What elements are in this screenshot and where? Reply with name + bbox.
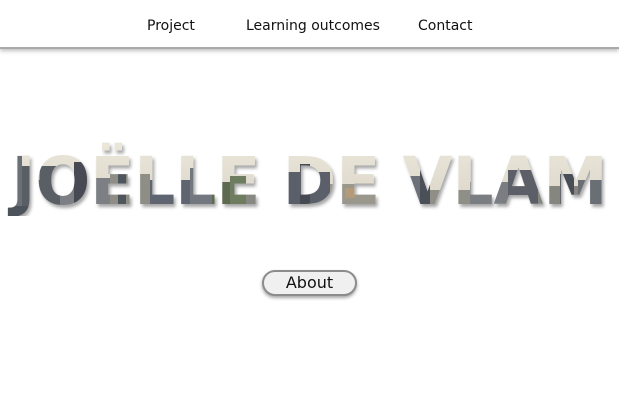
hero-title-graphic: JOËLLE DE VLAM	[8, 143, 608, 216]
top-navigation-bar: Project Learning outcomes Contact	[0, 0, 619, 49]
nav-link-project[interactable]: Project	[147, 17, 195, 35]
hero-title-text: JOËLLE DE VLAM	[8, 143, 608, 216]
about-button[interactable]: About	[262, 270, 357, 296]
nav-link-contact[interactable]: Contact	[418, 17, 472, 35]
nav-link-learning-outcomes[interactable]: Learning outcomes	[246, 17, 380, 35]
hero-title-banner: JOËLLE DE VLAM	[0, 136, 619, 216]
